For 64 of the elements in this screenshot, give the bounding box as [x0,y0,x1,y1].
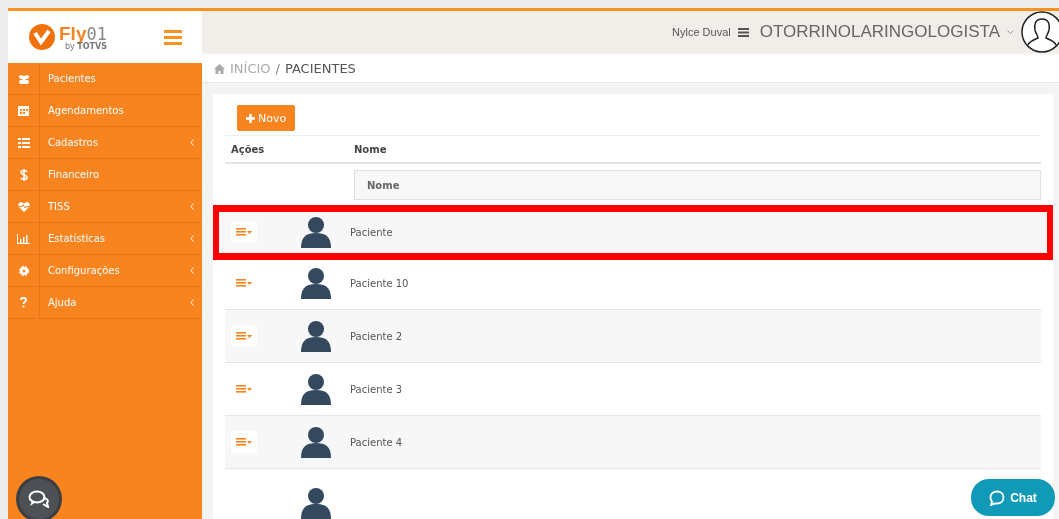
name-filter-field[interactable]: Nome [354,170,1041,200]
sidebar-item[interactable]: Cadastros [8,127,202,159]
list-dropdown-icon [236,332,252,340]
list-icon [17,137,30,148]
plus-icon [246,113,255,123]
dollar-icon [19,168,28,181]
actions-menu-button[interactable] [231,325,257,347]
user-avatar-icon[interactable] [1021,11,1059,53]
column-header: Ações [230,143,266,155]
settings-icon [18,265,29,276]
new-button[interactable]: Novo [237,105,296,131]
logo-icon [28,23,56,51]
logo-byline: by [64,41,75,51]
person-avatar-icon [301,426,331,458]
breadcrumb-separator: / [275,61,280,76]
speech-bubble-icon [989,489,1006,506]
sidebar-item[interactable]: Estatísticas [8,223,202,255]
sidebar-item[interactable]: Agendamentos [8,95,202,127]
chat-button[interactable]: Chat [971,479,1055,516]
table-cell: Paciente 4 [350,436,403,448]
chevron-left-icon [190,267,194,274]
heartbeat-icon [17,201,30,212]
calendar-icon [18,105,29,116]
table-cell: Paciente 3 [350,383,403,395]
person-avatar-icon [301,320,331,352]
list-icon [737,27,749,37]
person-avatar-icon [301,267,331,299]
sidebar-item[interactable]: Pacientes [8,63,202,95]
actions-menu-button[interactable] [231,431,257,453]
table-row[interactable]: Paciente [215,208,1051,257]
home-icon [214,63,225,74]
list-dropdown-icon [236,438,252,446]
table-row[interactable]: Paciente 4 [225,416,1041,469]
user-name: Nylce Duval [672,26,731,38]
specialty-selector[interactable]: OTORRINOLARINGOLOGISTA [759,22,1000,42]
column-header: Nome [354,143,387,155]
sidebar-item[interactable]: TISS [8,191,202,223]
breadcrumb-current: PACIENTES [284,61,356,76]
list-dropdown-icon [236,279,252,287]
chevron-left-icon [190,203,194,210]
person-avatar-icon [301,216,331,248]
person-avatar-icon [301,373,331,405]
person-avatar-icon [301,487,331,519]
table-cell: Paciente 10 [350,277,409,289]
speech-bubbles-icon [28,490,50,508]
menu-icon[interactable] [164,29,182,45]
logo-name: Fly [59,22,87,44]
chevron-left-icon [190,235,194,242]
chevron-left-icon [190,139,194,146]
chevron-left-icon [190,299,194,306]
breadcrumb-link[interactable]: INÍCIO [230,61,271,76]
chat-bubble-button[interactable] [16,476,62,519]
bar-chart-icon [17,233,30,244]
list-dropdown-icon [236,385,252,393]
users-icon [17,73,30,84]
sidebar-item[interactable]: Configurações [8,255,202,287]
table-row[interactable]: Paciente 2 [225,310,1041,363]
table-cell: Paciente 2 [350,330,403,342]
actions-menu-button[interactable] [231,221,257,243]
chevron-down-icon[interactable] [1007,30,1014,34]
table-cell: Paciente [350,226,393,238]
brand-name: TOTVS [77,41,107,51]
list-dropdown-icon [236,228,252,236]
help-icon [20,297,27,308]
